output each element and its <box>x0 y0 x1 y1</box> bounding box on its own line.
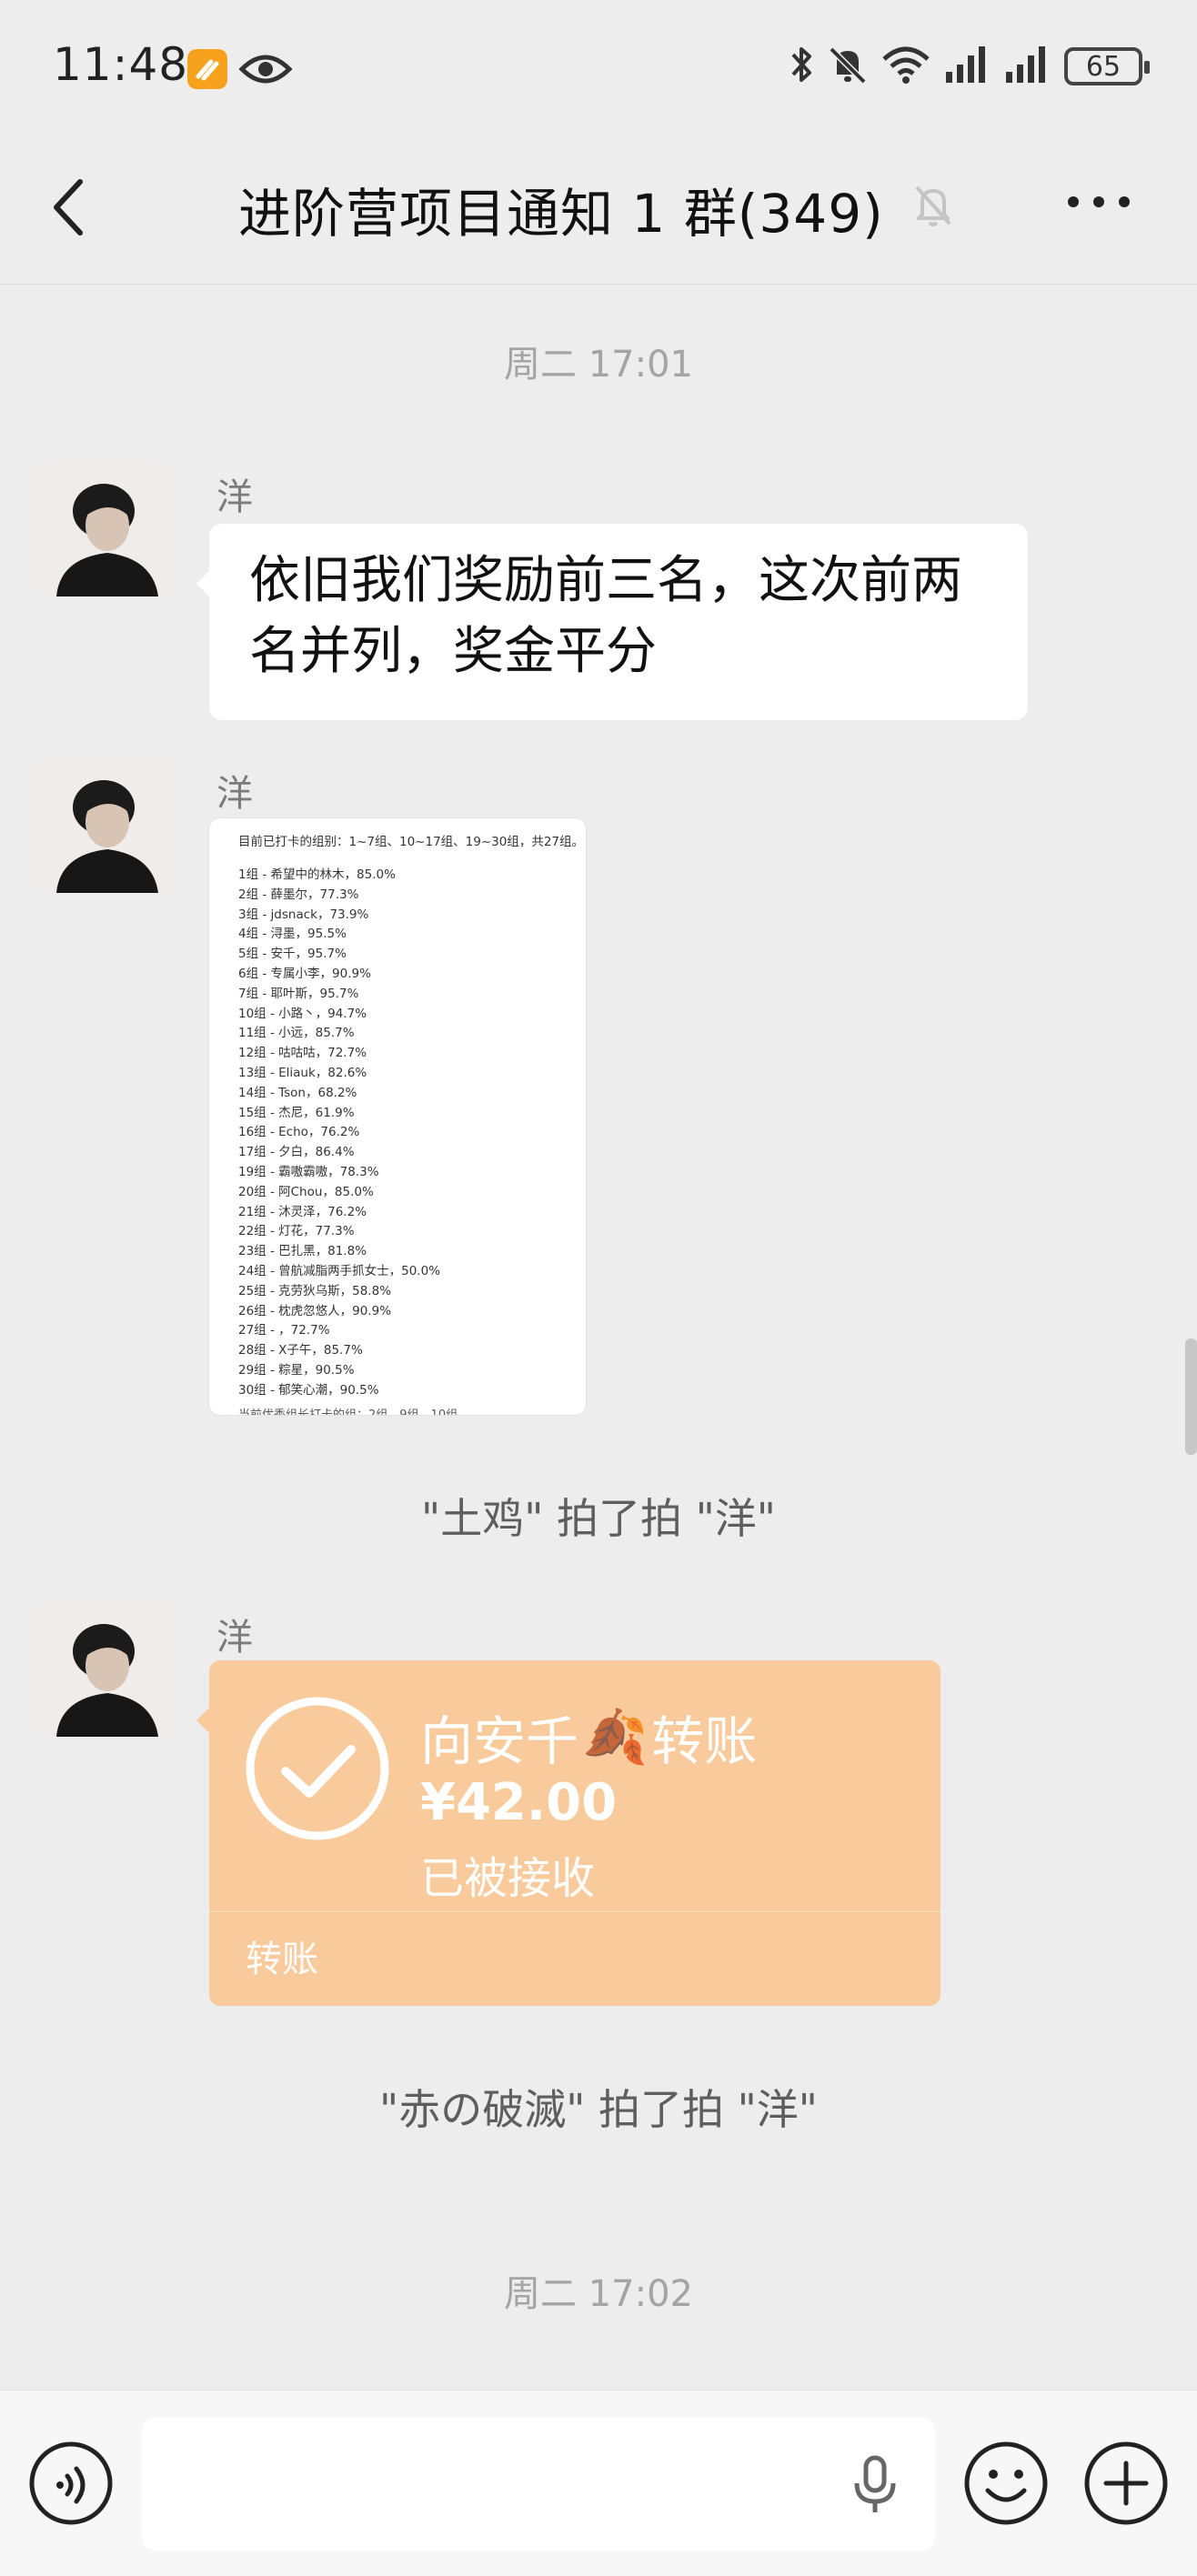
transfer-status: 已被接收 <box>420 1853 596 1904</box>
image-text-line: 16组 - Echo，76.2% <box>238 1125 360 1140</box>
image-text-line: 29组 - 粽星，90.5% <box>238 1362 355 1378</box>
sender-name: 洋 <box>216 476 253 518</box>
check-circle-icon <box>244 1695 391 1846</box>
image-text-line: 26组 - 枕虎忽悠人，90.9% <box>238 1303 392 1318</box>
battery-level: 65 <box>1085 50 1122 83</box>
transfer-label: 转账 <box>246 1939 318 1980</box>
mute-bell-icon <box>911 182 955 233</box>
image-text-line: 11组 - 小远，85.7% <box>238 1026 355 1041</box>
voice-icon[interactable] <box>27 2440 115 2531</box>
image-text-line: 19组 - 霸嗷霸嗷，78.3% <box>238 1164 379 1179</box>
image-text-line: 22组 - 灯花，77.3% <box>238 1224 355 1239</box>
image-text-line: 3组 - jdsnack，73.9% <box>238 907 369 922</box>
battery-icon: 65 <box>1064 47 1150 85</box>
transfer-card[interactable]: 向安千 🍂 转账 ¥42.00 已被接收 转账 <box>196 1660 940 2006</box>
image-text-line: 6组 - 专属小李，90.9% <box>238 966 371 981</box>
header-divider <box>0 284 1197 285</box>
image-text-line: 2组 - 薛墨尔，77.3% <box>238 887 359 902</box>
bluetooth-icon <box>790 44 815 89</box>
image-text-line: 23组 - 巴扎黑，81.8% <box>238 1244 367 1259</box>
chat-header: 进阶营项目通知 1 群(349) <box>0 136 1197 278</box>
avatar[interactable] <box>40 760 173 893</box>
bell-off-icon <box>828 44 868 89</box>
transfer-divider <box>209 1911 940 1912</box>
eye-icon <box>238 51 293 91</box>
signal-icon <box>944 45 991 88</box>
image-text-line: 15组 - 杰尼，61.9% <box>238 1105 355 1120</box>
timestamp: 周二 17:01 <box>504 344 693 386</box>
image-text-line: 17组 - 夕白，86.4% <box>238 1145 355 1160</box>
image-text-line: 14组 - Tson，68.2% <box>238 1085 357 1100</box>
chat-title: 进阶营项目通知 1 群(349) <box>238 183 884 245</box>
image-text-line: 27组 - ，72.7% <box>238 1323 330 1338</box>
back-icon[interactable] <box>45 175 100 240</box>
image-text-line: 10组 - 小路丶，94.7% <box>238 1006 367 1021</box>
leaf-emoji: 🍂 <box>582 1705 649 1768</box>
sender-name: 洋 <box>216 773 253 815</box>
microphone-icon[interactable] <box>851 2454 899 2520</box>
plus-icon[interactable] <box>1082 2440 1170 2531</box>
image-text-line: 1组 - 希望中的林木，85.0% <box>238 867 396 882</box>
input-bar <box>0 2390 1197 2576</box>
transfer-recipient: 向安千 <box>420 1710 579 1772</box>
timestamp: 周二 17:02 <box>504 2273 693 2315</box>
transfer-amount: ¥42.00 <box>420 1773 618 1832</box>
more-icon[interactable] <box>1066 195 1132 213</box>
image-text-list: 1组 - 希望中的林木，85.0% 2组 - 薛墨尔，77.3% 3组 - jdsn… <box>238 866 440 1401</box>
image-text-line: 21组 - 沐灵泽，76.2% <box>238 1204 367 1219</box>
avatar[interactable] <box>40 1604 173 1737</box>
pat-notice: "赤の破滅" 拍了拍 "洋" <box>379 2085 818 2134</box>
sender-name: 洋 <box>216 1617 253 1659</box>
signal-icon <box>1004 45 1051 88</box>
system-icons: 65 <box>790 44 1150 89</box>
image-text-line: 7组 - 耶叶斯，95.7% <box>238 986 359 1001</box>
image-text-line: 28组 - X子午，85.7% <box>238 1343 363 1358</box>
emoji-icon[interactable] <box>962 2440 1050 2531</box>
scrollbar[interactable] <box>1185 1338 1197 1455</box>
wifi-icon <box>880 45 931 88</box>
transfer-title: 向安千 🍂 转账 <box>420 1699 757 1775</box>
image-text-line: 4组 - 浔墨，95.5% <box>238 927 347 942</box>
image-text-header: 目前已打卡的组别：1~7组、10~17组、19~30组，共27组。 <box>238 835 585 849</box>
transfer-title-suffix: 转账 <box>651 1710 758 1772</box>
image-text-footer: 当前优秀组长打卡的组：2组、9组、10组 <box>238 1405 458 1415</box>
text-message-bubble[interactable]: 依旧我们奖励前三名，这次前两名并列，奖金平分 <box>196 524 1028 720</box>
status-time: 11:48 <box>53 38 189 91</box>
message-input[interactable] <box>142 2418 935 2551</box>
image-text-line: 5组 - 安千，95.7% <box>238 947 347 962</box>
image-text-line: 24组 - 曾航减脂两手抓女士，50.0% <box>238 1263 441 1278</box>
image-message[interactable]: 目前已打卡的组别：1~7组、10~17组、19~30组，共27组。 1组 - 希… <box>209 818 586 1415</box>
avatar[interactable] <box>40 464 173 596</box>
image-text-line: 30组 - 郁笑心潮，90.5% <box>238 1382 379 1398</box>
image-text-line: 12组 - 咕咕咕，72.7% <box>238 1046 367 1061</box>
image-text-line: 20组 - 阿Chou，85.0% <box>238 1184 374 1199</box>
pat-notice: "土鸡" 拍了拍 "洋" <box>421 1494 776 1543</box>
image-text-line: 25组 - 克劳狄乌斯，58.8% <box>238 1283 392 1298</box>
image-text-line: 13组 - Eliauk，82.6% <box>238 1065 367 1080</box>
message-text: 依旧我们奖励前三名，这次前两名并列，奖金平分 <box>249 551 962 681</box>
status-bar: 11:48 65 <box>0 0 1197 136</box>
app-badge-icon <box>187 49 227 89</box>
